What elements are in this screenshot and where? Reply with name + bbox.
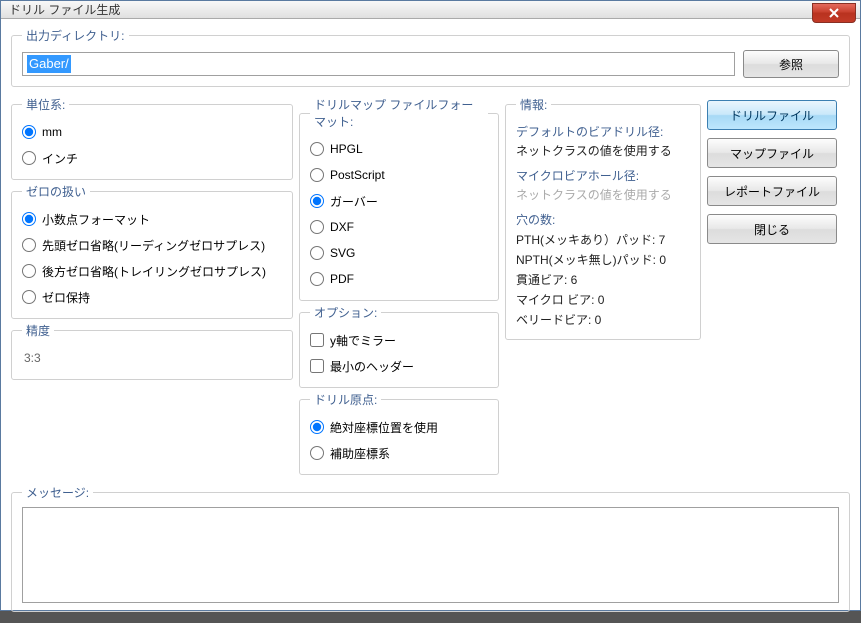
origin-aux-radio[interactable] [310,446,324,460]
zeros-trailing-label: 後方ゼロ省略(トレイリングゼロサプレス) [42,263,266,280]
messages-legend: メッセージ: [22,484,93,501]
map-svg-radio[interactable] [310,246,324,260]
units-mm-radio[interactable] [22,125,36,139]
zeros-group: ゼロの扱い 小数点フォーマット 先頭ゼロ省略(リーディングゼロサプレス) 後方ゼ… [11,183,293,319]
map-hpgl-label: HPGL [330,142,363,156]
zeros-legend: ゼロの扱い [22,183,90,200]
units-legend: 単位系: [22,96,69,113]
map-ps-radio[interactable] [310,168,324,182]
min-header-checkbox[interactable] [310,359,324,373]
info-group: 情報: デフォルトのビアドリル径: ネットクラスの値を使用する マイクロビアホー… [505,96,701,340]
titlebar: ドリル ファイル生成 [1,1,860,19]
min-header-label: 最小のヘッダー [330,358,414,375]
output-directory-input[interactable]: Gaber/ [22,52,735,76]
zeros-leading-radio[interactable] [22,238,36,252]
window-close-button[interactable] [812,3,856,23]
close-icon [828,8,840,18]
map-format-legend: ドリルマップ ファイルフォーマット: [310,96,488,130]
map-gerber-label: ガーバー [330,193,378,210]
buried-via-count: ベリードビア: 0 [516,311,690,328]
messages-textarea[interactable] [22,507,839,603]
via-drill-value: ネットクラスの値を使用する [516,142,690,159]
output-directory-value: Gaber/ [27,55,71,73]
holes-label: 穴の数: [516,211,690,228]
report-file-button[interactable]: レポートファイル [707,176,837,206]
map-format-group: ドリルマップ ファイルフォーマット: HPGL PostScript ガーバー … [299,96,499,301]
micro-via-count: マイクロ ビア: 0 [516,291,690,308]
zeros-decimal-radio[interactable] [22,212,36,226]
through-via-count: 貫通ビア: 6 [516,271,690,288]
drill-file-button[interactable]: ドリルファイル [707,100,837,130]
units-inch-label: インチ [42,150,78,167]
zeros-keep-label: ゼロ保持 [42,289,90,306]
map-pdf-radio[interactable] [310,272,324,286]
precision-group: 精度 3:3 [11,322,293,380]
map-pdf-label: PDF [330,272,354,286]
mirror-y-checkbox[interactable] [310,333,324,347]
origin-absolute-radio[interactable] [310,420,324,434]
map-dxf-radio[interactable] [310,220,324,234]
browse-button[interactable]: 参照 [743,50,839,78]
options-group: オプション: y軸でミラー 最小のヘッダー [299,304,499,388]
origin-absolute-label: 絶対座標位置を使用 [330,419,438,436]
units-group: 単位系: mm インチ [11,96,293,180]
window-title: ドリル ファイル生成 [9,1,120,18]
info-legend: 情報: [516,96,551,113]
close-button[interactable]: 閉じる [707,214,837,244]
map-hpgl-radio[interactable] [310,142,324,156]
origin-group: ドリル原点: 絶対座標位置を使用 補助座標系 [299,391,499,475]
npth-count: NPTH(メッキ無し)パッド: 0 [516,251,690,268]
origin-aux-label: 補助座標系 [330,445,390,462]
dialog-window: ドリル ファイル生成 出力ディレクトリ: Gaber/ 参照 単位系: mm イ… [0,0,861,611]
map-ps-label: PostScript [330,168,385,182]
units-inch-radio[interactable] [22,151,36,165]
units-mm-label: mm [42,125,62,139]
origin-legend: ドリル原点: [310,391,381,408]
map-dxf-label: DXF [330,220,354,234]
options-legend: オプション: [310,304,381,321]
dialog-content: 出力ディレクトリ: Gaber/ 参照 単位系: mm インチ ゼロの扱い 小数… [1,19,860,623]
holes-list: PTH(メッキあり）パッド: 7 NPTH(メッキ無し)パッド: 0 貫通ビア:… [516,231,690,328]
output-directory-legend: 出力ディレクトリ: [22,27,129,44]
zeros-leading-label: 先頭ゼロ省略(リーディングゼロサプレス) [42,237,265,254]
map-gerber-radio[interactable] [310,194,324,208]
via-drill-label: デフォルトのビアドリル径: [516,123,690,140]
zeros-keep-radio[interactable] [22,290,36,304]
zeros-decimal-label: 小数点フォーマット [42,211,150,228]
pth-count: PTH(メッキあり）パッド: 7 [516,231,690,248]
map-svg-label: SVG [330,246,355,260]
mirror-y-label: y軸でミラー [330,332,396,349]
precision-legend: 精度 [22,322,54,339]
microvia-value: ネットクラスの値を使用する [516,186,690,203]
messages-group: メッセージ: [11,484,850,612]
output-directory-group: 出力ディレクトリ: Gaber/ 参照 [11,27,850,87]
precision-value: 3:3 [22,345,282,371]
microvia-label: マイクロビアホール径: [516,167,690,184]
map-file-button[interactable]: マップファイル [707,138,837,168]
zeros-trailing-radio[interactable] [22,264,36,278]
